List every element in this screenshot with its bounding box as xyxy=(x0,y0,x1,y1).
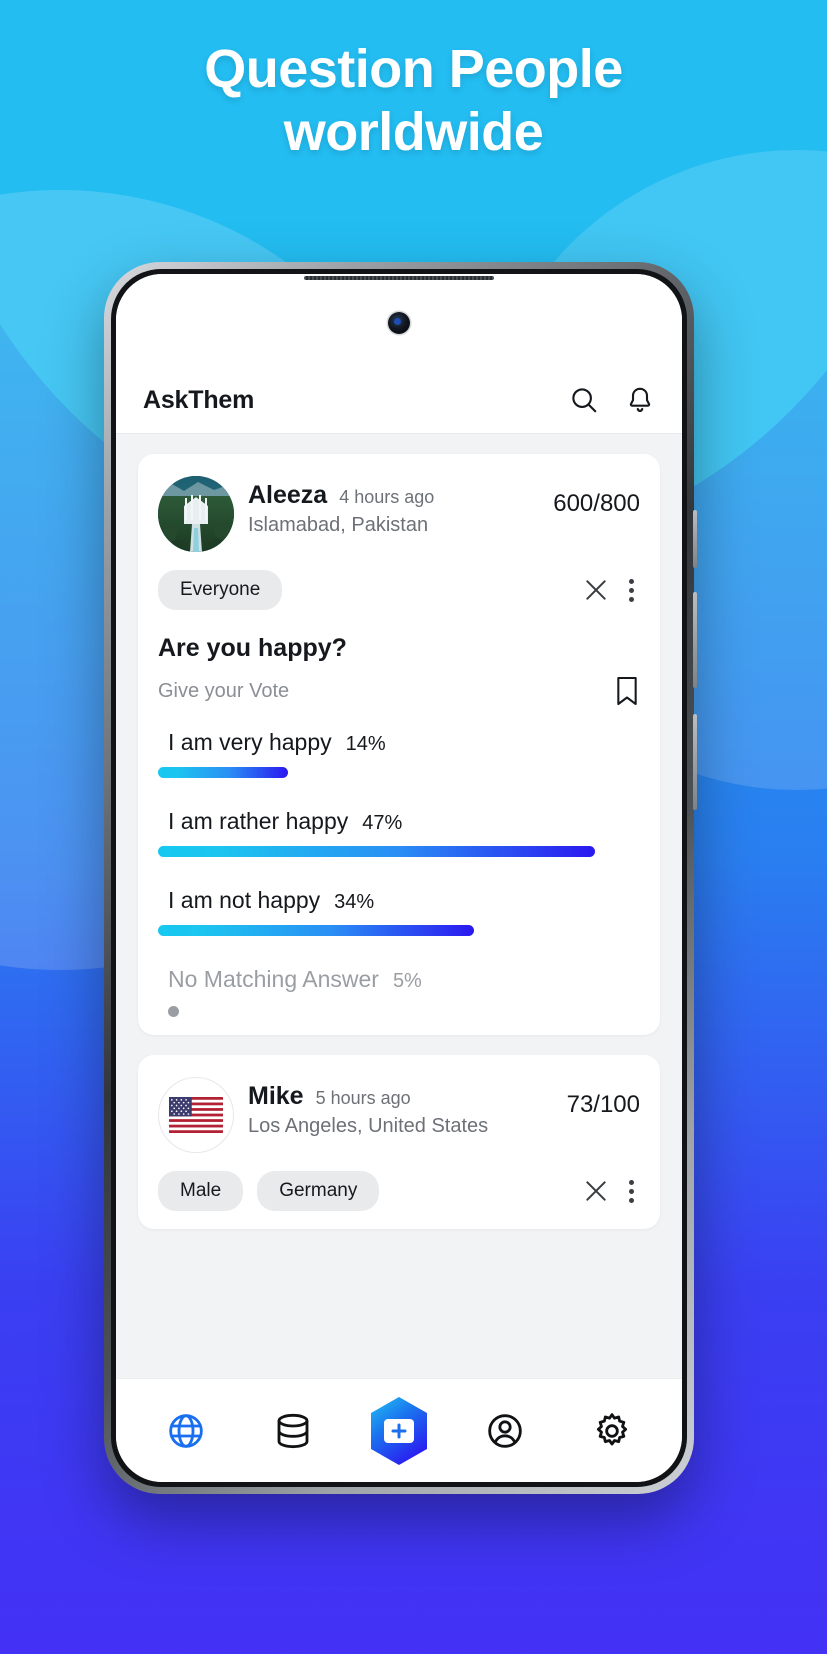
nav-item-my-polls[interactable] xyxy=(261,1399,325,1463)
more-vertical-icon[interactable] xyxy=(623,1179,640,1203)
promo-headline-line1: Question People xyxy=(204,39,623,99)
avatar[interactable] xyxy=(158,476,234,552)
post-location: Los Angeles, United States xyxy=(248,1115,489,1137)
post-card[interactable]: Aleeza 4 hours ago Islamabad, Pakistan 6… xyxy=(138,454,660,1035)
poll-option[interactable]: I am very happy 14% xyxy=(158,729,640,778)
more-vertical-icon[interactable] xyxy=(623,578,640,602)
poll-option-bar-track xyxy=(158,767,640,778)
feed[interactable]: Aleeza 4 hours ago Islamabad, Pakistan 6… xyxy=(116,434,682,1378)
poll-question: Are you happy? xyxy=(158,634,347,662)
close-icon[interactable] xyxy=(583,1178,609,1204)
poll-vote-hint: Give your Vote xyxy=(158,679,290,702)
phone-volume-down-button xyxy=(693,714,697,810)
bell-icon[interactable] xyxy=(625,385,655,415)
add-hexagon-button xyxy=(370,1396,427,1465)
post-author-name: Aleeza xyxy=(248,481,328,509)
app-header: AskThem xyxy=(116,274,682,434)
post-header: Aleeza 4 hours ago Islamabad, Pakistan 6… xyxy=(158,476,640,552)
post-tag[interactable]: Male xyxy=(158,1171,244,1211)
post-vote-count: 73/100 xyxy=(566,1091,640,1118)
nav-item-create[interactable] xyxy=(368,1396,430,1466)
earpiece-speaker xyxy=(304,276,494,280)
post-author-meta: Aleeza 4 hours ago Islamabad, Pakistan xyxy=(248,476,539,537)
phone-mockup: AskThem Aleeza 4 hours ago Islamabad, Pa… xyxy=(104,262,697,1494)
post-vote-count: 600/800 xyxy=(553,490,640,517)
poll-option[interactable]: I am not happy 34% xyxy=(158,887,640,936)
promo-headline: Question People worldwide xyxy=(0,38,827,163)
post-tags-row: Male Germany xyxy=(158,1171,640,1211)
close-icon[interactable] xyxy=(583,577,609,603)
avatar[interactable] xyxy=(158,1077,234,1153)
post-author-name: Mike xyxy=(248,1082,304,1110)
poll-option-bar-fill xyxy=(158,846,596,857)
poll-option-bar-track xyxy=(158,846,640,857)
poll-option[interactable]: No Matching Answer 5% xyxy=(158,966,640,1017)
poll-option-label: No Matching Answer xyxy=(168,966,379,992)
post-tags-row: Everyone xyxy=(158,570,640,610)
post-timestamp: 5 hours ago xyxy=(315,1088,411,1108)
header-actions xyxy=(569,385,655,415)
nav-item-discover[interactable] xyxy=(154,1399,218,1463)
phone-screen: AskThem Aleeza 4 hours ago Islamabad, Pa… xyxy=(116,274,682,1482)
post-header: Mike 5 hours ago Los Angeles, United Sta… xyxy=(158,1077,640,1153)
poll-option-label: I am rather happy xyxy=(168,808,349,834)
post-author-meta: Mike 5 hours ago Los Angeles, United Sta… xyxy=(248,1077,553,1138)
post-location: Islamabad, Pakistan xyxy=(248,514,429,536)
app-title: AskThem xyxy=(143,386,255,414)
nav-item-settings[interactable] xyxy=(580,1399,644,1463)
nav-item-profile[interactable] xyxy=(473,1399,537,1463)
poll-option[interactable]: I am rather happy 47% xyxy=(158,808,640,857)
globe-icon xyxy=(168,1413,203,1448)
poll-option-bar-fill xyxy=(158,767,289,778)
poll-option-percent: 5% xyxy=(392,970,422,992)
bottom-navigation xyxy=(116,1378,682,1482)
poll-option-label: I am very happy xyxy=(168,729,332,755)
post-timestamp: 4 hours ago xyxy=(339,487,435,507)
database-icon xyxy=(277,1413,309,1448)
phone-bezel: AskThem Aleeza 4 hours ago Islamabad, Pa… xyxy=(111,269,687,1487)
post-tag[interactable]: Germany xyxy=(257,1171,380,1211)
poll-options: I am very happy 14% I am rather happy 47… xyxy=(158,729,640,1017)
post-tag[interactable]: Everyone xyxy=(158,570,283,610)
poll-option-bar-fill xyxy=(158,925,475,936)
poll-option-bar-track xyxy=(158,925,640,936)
front-camera xyxy=(388,312,410,334)
phone-volume-up-button xyxy=(693,592,697,688)
search-icon[interactable] xyxy=(569,385,599,415)
post-card[interactable]: Mike 5 hours ago Los Angeles, United Sta… xyxy=(138,1055,660,1229)
profile-icon xyxy=(488,1413,522,1448)
promo-headline-line2: worldwide xyxy=(283,101,544,162)
gear-icon xyxy=(597,1412,628,1445)
bookmark-icon[interactable] xyxy=(614,675,640,707)
poll-option-dot-marker xyxy=(168,1006,179,1017)
poll-vote-row: Give your Vote xyxy=(158,675,640,707)
poll-option-percent: 47% xyxy=(362,812,403,834)
poll-option-label: I am not happy xyxy=(168,887,321,913)
phone-side-button xyxy=(693,510,697,568)
poll-option-percent: 14% xyxy=(345,733,386,755)
poll-option-percent: 34% xyxy=(334,891,375,913)
